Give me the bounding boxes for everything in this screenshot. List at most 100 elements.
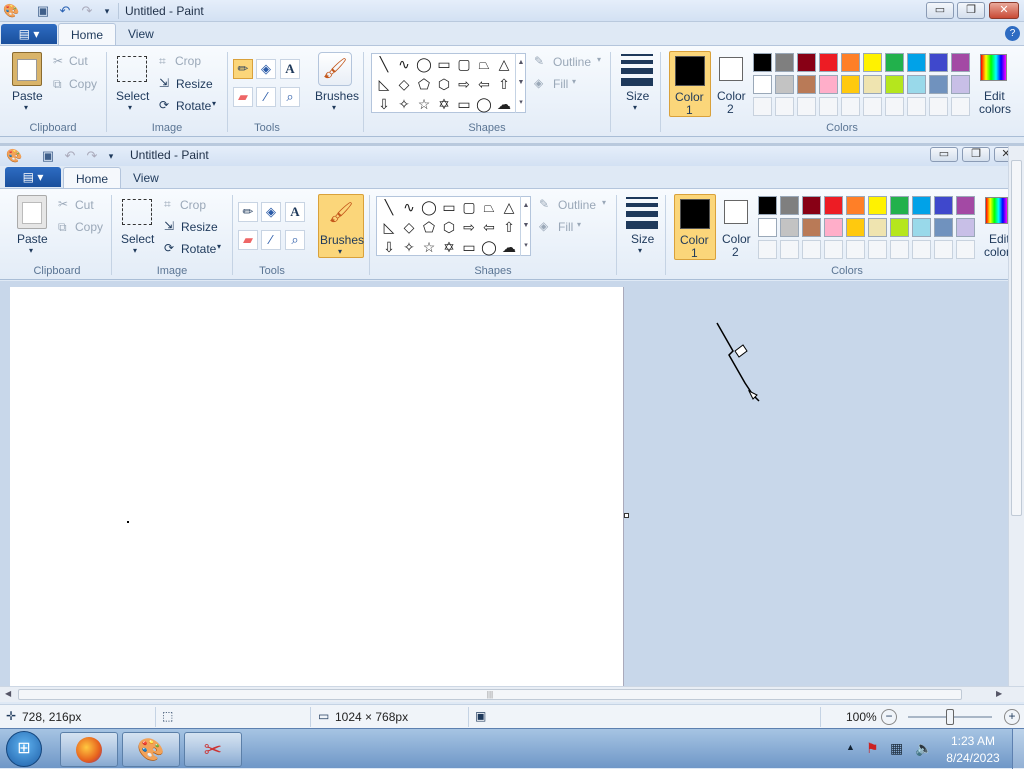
inner-fill-icon[interactable]: ◈	[261, 202, 281, 222]
paste-icon[interactable]	[12, 52, 42, 86]
color-swatch[interactable]	[819, 75, 838, 94]
zoom-out-button[interactable]: −	[881, 709, 897, 725]
size-dropdown-icon[interactable]: ▾	[633, 103, 637, 112]
inner-text-icon[interactable]: A	[285, 202, 305, 222]
callout-rect-icon[interactable]: ▭	[459, 237, 479, 257]
tab-view[interactable]: View	[116, 23, 166, 46]
inner-undo-icon[interactable]: ↶	[62, 148, 78, 164]
crop-button[interactable]: Crop	[175, 54, 201, 68]
inner-select-button[interactable]: Select	[121, 232, 154, 246]
color-swatch[interactable]	[819, 53, 838, 72]
paste-dropdown-icon[interactable]: ▾	[24, 103, 28, 112]
color-swatch[interactable]	[907, 75, 926, 94]
star-shape-icon[interactable]: ☆	[414, 94, 434, 114]
volume-icon[interactable]: 🔈	[915, 740, 932, 757]
inner-copy-button[interactable]: Copy	[75, 220, 103, 234]
inner-paint-app-icon[interactable]: 🎨	[6, 148, 22, 164]
inner-edit-colors-label-2[interactable]: colors	[984, 245, 1008, 259]
inner-pencil-icon[interactable]: ✏	[238, 202, 258, 222]
resize-icon[interactable]: ⇲	[159, 76, 169, 90]
color-swatch[interactable]	[775, 53, 794, 72]
start-button[interactable]: ⊞	[6, 731, 42, 767]
inner-edit-colors-label[interactable]: Edit	[989, 232, 1010, 246]
custom-color-slot[interactable]	[758, 240, 777, 259]
callout-oval-icon[interactable]: ◯	[479, 237, 499, 257]
inner-fill-dropdown-icon[interactable]: ▾	[577, 220, 581, 229]
color-swatch[interactable]	[753, 75, 772, 94]
custom-color-slot[interactable]	[780, 240, 799, 259]
inner-tab-view[interactable]: View	[121, 167, 171, 190]
polygon-shape-icon[interactable]: ⏢	[474, 54, 494, 74]
network-icon[interactable]: ▦	[890, 740, 903, 757]
inner-fill-button[interactable]: Fill	[558, 220, 573, 234]
inner-paste-icon[interactable]	[17, 195, 47, 229]
rotate-button[interactable]: Rotate	[176, 99, 211, 113]
inner-tab-home[interactable]: Home	[63, 167, 122, 190]
inner-cut-icon[interactable]: ✂	[58, 197, 68, 211]
hexagon-shape-icon[interactable]: ⬡	[439, 217, 459, 237]
inner-magnifier-icon[interactable]: ⌕	[285, 230, 305, 250]
inner-select-icon[interactable]	[122, 199, 152, 225]
color-swatch[interactable]	[934, 218, 953, 237]
select-icon[interactable]	[117, 56, 147, 82]
redo-icon[interactable]: ↷	[79, 3, 95, 19]
left-arrow-icon[interactable]: ⇦	[479, 217, 499, 237]
edit-colors-label-2[interactable]: colors	[979, 102, 1011, 116]
custom-color-slot[interactable]	[907, 97, 926, 116]
custom-color-slot[interactable]	[934, 240, 953, 259]
callout-rect-icon[interactable]: ▭	[454, 94, 474, 114]
crop-icon[interactable]: ⌗	[159, 54, 166, 69]
inner-rotate-button[interactable]: Rotate	[181, 242, 216, 256]
color-swatch[interactable]	[775, 75, 794, 94]
oval-shape-icon[interactable]: ◯	[419, 197, 439, 217]
rounded-rectangle-icon[interactable]: ▢	[459, 197, 479, 217]
rectangle-shape-icon[interactable]: ▭	[434, 54, 454, 74]
color-swatch[interactable]	[912, 196, 931, 215]
color2-swatch[interactable]	[719, 57, 743, 81]
horizontal-scrollbar[interactable]: ◀ ||| ▶	[0, 686, 1024, 702]
inner-crop-button[interactable]: Crop	[180, 198, 206, 212]
curve-shape-icon[interactable]: ∿	[399, 197, 419, 217]
custom-color-slot[interactable]	[868, 240, 887, 259]
color-swatch[interactable]	[907, 53, 926, 72]
shapes-gallery[interactable]: ╲ ∿ ◯ ▭ ▢ ⏢ △ ◺ ◇ ⬠ ⬡ ⇨ ⇦ ⇧ ⇩ ✧ ☆ ✡ ▭ ◯ …	[371, 53, 526, 113]
four-point-star-icon[interactable]: ✧	[399, 237, 419, 257]
inner-color2-swatch[interactable]	[724, 200, 748, 224]
hexagon-shape-icon[interactable]: ⬡	[434, 74, 454, 94]
maximize-button[interactable]: ❐	[957, 2, 985, 19]
down-arrow-icon[interactable]: ⇩	[379, 237, 399, 257]
inner-minimize-button[interactable]: ▭	[930, 147, 958, 162]
line-shape-icon[interactable]: ╲	[374, 54, 394, 74]
custom-color-slot[interactable]	[956, 240, 975, 259]
down-arrow-icon[interactable]: ⇩	[374, 94, 394, 114]
diamond-shape-icon[interactable]: ◇	[399, 217, 419, 237]
color-swatch[interactable]	[802, 218, 821, 237]
inner-size-button[interactable]: Size	[631, 232, 654, 246]
rotate-dropdown-icon[interactable]: ▾	[212, 99, 216, 108]
color-swatch[interactable]	[753, 53, 772, 72]
custom-color-slot[interactable]	[819, 97, 838, 116]
custom-color-slot[interactable]	[775, 97, 794, 116]
color-swatch[interactable]	[802, 196, 821, 215]
color-swatch[interactable]	[758, 196, 777, 215]
four-point-star-icon[interactable]: ✧	[394, 94, 414, 114]
shapes-scroll[interactable]: ▲ ▼ ▾	[515, 53, 526, 113]
pentagon-shape-icon[interactable]: ⬠	[414, 74, 434, 94]
inner-shapes-scroll[interactable]: ▲ ▼ ▾	[520, 196, 531, 256]
color-swatch[interactable]	[863, 75, 882, 94]
cloud-callout-icon[interactable]: ☁	[494, 94, 514, 114]
fill-button[interactable]: Fill	[553, 77, 568, 91]
help-icon[interactable]: ?	[1005, 26, 1020, 41]
inner-outline-button[interactable]: Outline	[558, 198, 596, 212]
zoom-slider-thumb[interactable]	[946, 709, 954, 725]
color-swatch[interactable]	[929, 75, 948, 94]
color-swatch[interactable]	[890, 218, 909, 237]
close-button[interactable]: ✕	[989, 2, 1019, 19]
inner-color2-label[interactable]: Color	[722, 232, 751, 246]
inner-shapes-gallery[interactable]: ╲ ∿ ◯ ▭ ▢ ⏢ △ ◺ ◇ ⬠ ⬡ ⇨ ⇦ ⇧ ⇩ ✧ ☆ ✡ ▭ ◯ …	[376, 196, 531, 256]
inner-rotate-icon[interactable]: ⟳	[164, 241, 174, 255]
select-button[interactable]: Select	[116, 89, 149, 103]
text-icon[interactable]: A	[280, 59, 300, 79]
fill-shape-icon[interactable]: ◈	[534, 76, 543, 90]
copy-button[interactable]: Copy	[69, 77, 97, 91]
